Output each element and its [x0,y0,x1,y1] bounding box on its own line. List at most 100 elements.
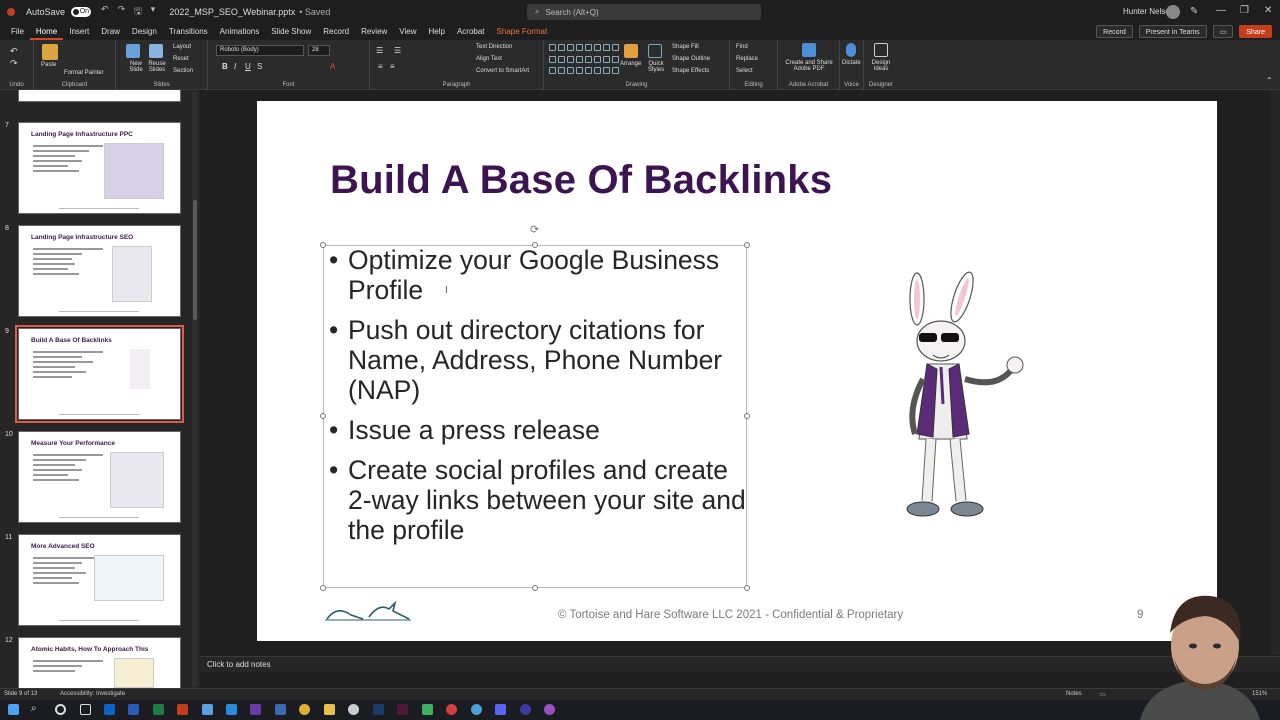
share-button[interactable]: Share [1239,25,1272,38]
app-icon[interactable] [446,704,457,715]
cortana-icon[interactable] [55,704,66,715]
arrange-icon[interactable] [624,44,638,58]
replace-button[interactable]: Replace [736,56,758,62]
select-button[interactable]: Select [736,68,753,74]
app-icon[interactable] [471,704,482,715]
tab-review[interactable]: Review [355,24,393,40]
quick-styles-button[interactable]: Quick Styles [645,61,667,73]
bullet-list[interactable]: Optimize your Google Business Profile Pu… [329,245,749,555]
design-ideas-icon[interactable] [874,43,888,57]
task-view-icon[interactable] [80,704,91,715]
undo-qat-icon[interactable]: ↶ [101,4,109,20]
font-color-icon[interactable]: A [330,62,335,71]
tab-view[interactable]: View [393,24,422,40]
microphone-icon[interactable] [846,43,856,57]
resize-handle[interactable] [532,585,538,591]
tab-acrobat[interactable]: Acrobat [451,24,491,40]
xd-icon[interactable] [397,704,408,715]
numbering-icon[interactable]: ☰ [394,46,401,55]
font-size-select[interactable]: 28 [308,45,330,56]
bold-icon[interactable]: B [222,62,228,71]
dictate-button[interactable]: Dictate [842,60,861,66]
maximize-icon[interactable]: ❐ [1240,5,1249,16]
tab-animations[interactable]: Animations [214,24,266,40]
save-qat-icon[interactable]: 🖫 [134,4,142,20]
create-share-pdf-button[interactable]: Create and Share Adobe PDF [782,60,836,72]
tab-help[interactable]: Help [423,24,451,40]
app-icon[interactable] [544,704,555,715]
file-explorer-icon[interactable] [324,704,335,715]
align-text-button[interactable]: Align Text [476,56,502,62]
thumbnail-scrollbar-thumb[interactable] [193,200,197,320]
app-icon[interactable] [202,704,213,715]
accessibility-status[interactable]: Accessibility: Investigate [60,691,125,697]
collapse-ribbon-icon[interactable]: ⌃ [1266,76,1273,85]
tab-file[interactable]: File [5,24,30,40]
resize-handle[interactable] [320,413,326,419]
avatar[interactable] [1166,5,1180,19]
outlook-icon[interactable] [104,704,115,715]
comments-icon[interactable]: ▭ [1212,25,1234,38]
find-button[interactable]: Find [736,44,748,50]
bullet-item[interactable]: Optimize your Google Business Profile [329,245,749,305]
italic-icon[interactable]: I [234,62,236,71]
tab-shape-format[interactable]: Shape Format [491,24,554,40]
thumbnail-slide-11[interactable]: More Advanced SEO [18,534,181,626]
canvas-scrollbar[interactable] [1271,90,1280,655]
close-icon[interactable]: ✕ [1264,5,1272,16]
powerpoint-icon[interactable] [177,704,188,715]
thumbnail-slide-10[interactable]: Measure Your Performance [18,431,181,523]
thumbnail-scrollbar[interactable] [192,92,198,687]
tab-home[interactable]: Home [29,24,64,40]
section-button[interactable]: Section [173,68,193,74]
photoshop-icon[interactable] [373,704,384,715]
vscode-icon[interactable] [226,704,237,715]
app-icon[interactable] [422,704,433,715]
bullet-item[interactable]: Create social profiles and create 2-way … [329,455,749,545]
excel-icon[interactable] [153,704,164,715]
shapes-gallery[interactable] [549,44,619,78]
redo-qat-icon[interactable]: ↷ [118,4,126,20]
tab-record[interactable]: Record [317,24,355,40]
present-in-teams-button[interactable]: Present in Teams [1138,25,1207,38]
thumbnail-slide-6[interactable] [18,90,181,102]
bullets-icon[interactable]: ☰ [376,46,383,55]
pen-icon[interactable]: ✎ [1190,6,1198,17]
autosave-toggle[interactable]: On [71,7,92,17]
reset-button[interactable]: Reset [173,56,189,62]
chrome-icon[interactable] [299,704,310,715]
discord-icon[interactable] [495,704,506,715]
quick-styles-icon[interactable] [648,44,662,58]
align-center-icon[interactable]: ≡ [390,62,395,71]
strikethrough-icon[interactable]: S [257,62,262,71]
search-taskbar-icon[interactable]: ⌕ [31,703,42,714]
thumbnail-slide-12[interactable]: Atomic Habits, How To Approach This [18,637,181,688]
bullet-item[interactable]: Issue a press release [329,415,749,445]
bullet-item[interactable]: Push out directory citations for Name, A… [329,315,749,405]
resize-handle[interactable] [744,585,750,591]
notes-toggle-button[interactable]: Notes [1066,691,1082,697]
app-icon[interactable] [275,704,286,715]
adobe-pdf-icon[interactable] [802,43,816,57]
paste-button[interactable]: Paste [41,62,56,68]
thumbnail-slide-8[interactable]: Landing Page Infrastructure SEO [18,225,181,317]
resize-handle[interactable] [320,585,326,591]
app-icon[interactable] [520,704,531,715]
tab-slide-show[interactable]: Slide Show [265,24,317,40]
shape-fill-button[interactable]: Shape Fill [672,44,699,50]
underline-icon[interactable]: U [245,62,251,71]
tab-draw[interactable]: Draw [95,24,126,40]
windows-start-icon[interactable] [8,704,19,715]
design-ideas-button[interactable]: Design Ideas [871,60,891,72]
shape-effects-button[interactable]: Shape Effects [672,68,709,74]
resize-handle[interactable] [320,242,326,248]
slide-title[interactable]: Build A Base Of Backlinks [330,158,832,203]
rotate-handle-icon[interactable]: ⟳ [530,223,539,236]
shape-outline-button[interactable]: Shape Outline [672,56,710,62]
format-painter-button[interactable]: Format Painter [64,70,104,76]
redo-icon[interactable]: ↷ [10,58,18,69]
slide[interactable]: Build A Base Of Backlinks ⟳ Optimize you… [257,101,1217,641]
record-button[interactable]: Record [1096,25,1133,38]
thumbnail-slide-7[interactable]: Landing Page Infrastructure PPC [18,122,181,214]
tab-insert[interactable]: Insert [63,24,95,40]
